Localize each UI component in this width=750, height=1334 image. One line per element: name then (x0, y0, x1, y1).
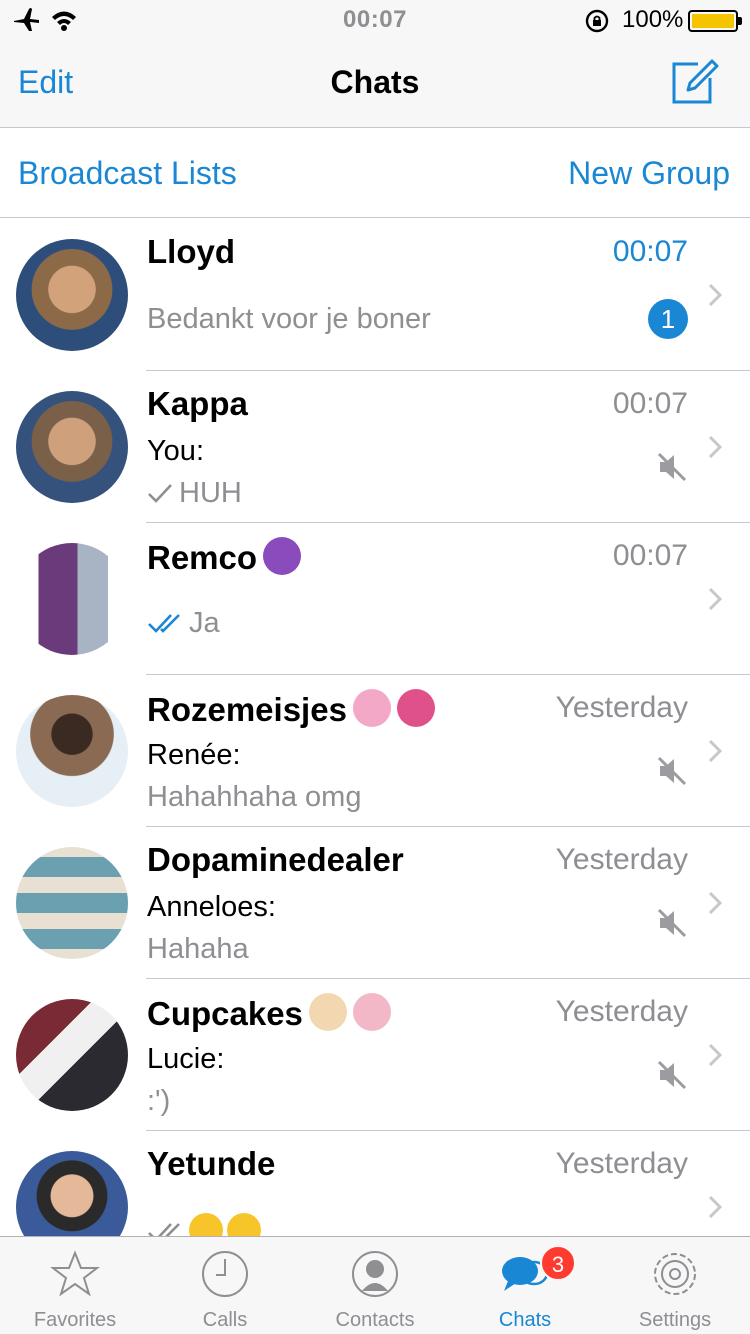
chat-sender: Renée: (147, 739, 241, 771)
chat-sender: You: (147, 435, 204, 467)
chevron-right-icon (708, 283, 722, 307)
tab-favorites[interactable]: Favorites (0, 1237, 150, 1334)
tab-label: Favorites (33, 1309, 117, 1331)
chat-time: Yesterday (555, 843, 688, 876)
cake-emoji (308, 993, 347, 1031)
chat-row[interactable]: Remco 00:07 Ja (0, 523, 750, 675)
chat-name: Cupcakes (147, 993, 391, 1033)
tab-label: Calls (202, 1309, 248, 1331)
broadcast-lists-button[interactable]: Broadcast Lists (18, 155, 237, 192)
battery-percent: 100% (622, 6, 684, 33)
chat-row[interactable]: Cupcakes Yesterday Lucie: :') (0, 979, 750, 1131)
double-check-icon (148, 1223, 180, 1236)
battery-fill (692, 14, 734, 28)
list-actions: Broadcast Lists New Group (0, 129, 750, 218)
chat-row[interactable]: Yetunde Yesterday (0, 1131, 750, 1236)
chat-row[interactable]: Rozemeisjes Yesterday Renée: Hahahhaha o… (0, 675, 750, 827)
tears-of-joy-emoji (189, 1213, 223, 1236)
battery-icon (688, 10, 742, 32)
chat-time: 00:07 (612, 387, 688, 420)
double-check-icon (148, 614, 180, 633)
muted-icon (657, 1060, 687, 1090)
chat-row[interactable]: Dopaminedealer Yesterday Anneloes: Hahah… (0, 827, 750, 979)
avatar (16, 999, 128, 1111)
muted-icon (657, 452, 687, 482)
avatar (16, 239, 128, 351)
cherry-blossom-emoji (352, 689, 391, 727)
chat-preview: Hahaha (147, 933, 249, 965)
avatar (16, 391, 128, 503)
avatar (16, 1151, 128, 1236)
chevron-right-icon (708, 1195, 722, 1219)
single-check-icon (148, 484, 172, 503)
unread-badge: 1 (648, 299, 688, 339)
chat-name: Kappa (147, 385, 248, 422)
chat-time: 00:07 (612, 539, 688, 572)
chat-preview (147, 1213, 261, 1236)
ribbon-emoji (396, 689, 435, 727)
tab-settings[interactable]: Settings (600, 1237, 750, 1334)
chat-name: Remco (147, 537, 302, 577)
chat-name: Dopaminedealer (147, 841, 404, 878)
avatar (16, 543, 128, 655)
chats-badge: 3 (540, 1245, 576, 1281)
chat-name: Rozemeisjes (147, 689, 435, 729)
chat-time: Yesterday (555, 691, 688, 724)
chat-list: Lloyd 00:07 Bedankt voor je boner 1 Kapp… (0, 219, 750, 1236)
chat-row[interactable]: Kappa 00:07 You: HUH (0, 371, 750, 523)
tears-of-joy-emoji (227, 1213, 261, 1236)
chevron-right-icon (708, 739, 722, 763)
tab-calls[interactable]: Calls (150, 1237, 300, 1334)
chat-row[interactable]: Lloyd 00:07 Bedankt voor je boner 1 (0, 219, 750, 371)
devil-emoji (263, 537, 302, 575)
chat-time: 00:07 (612, 235, 688, 268)
tab-contacts[interactable]: Contacts (300, 1237, 450, 1334)
gear-icon (654, 1253, 696, 1295)
chat-preview: Ja (147, 607, 220, 640)
chat-time: Yesterday (555, 995, 688, 1028)
tab-label: Chats (498, 1309, 552, 1331)
clock-icon (202, 1251, 248, 1297)
muted-icon (657, 756, 687, 786)
chat-name: Yetunde (147, 1145, 276, 1182)
new-group-button[interactable]: New Group (568, 155, 730, 192)
tab-label: Settings (638, 1309, 712, 1331)
chat-preview: :') (147, 1085, 171, 1117)
chevron-right-icon (708, 891, 722, 915)
no-gesture-emoji (352, 993, 391, 1031)
avatar (16, 695, 128, 807)
chat-sender: Anneloes: (147, 891, 276, 923)
contact-icon (352, 1251, 398, 1297)
compose-icon[interactable] (668, 56, 720, 108)
status-bar: 00:07 100% (0, 0, 750, 40)
chat-sender: Lucie: (147, 1043, 225, 1075)
chat-name: Lloyd (147, 233, 235, 270)
chat-preview: Bedankt voor je boner (147, 303, 431, 335)
rotation-lock-icon (585, 9, 609, 33)
star-icon (50, 1250, 100, 1297)
chat-preview: Hahahhaha omg (147, 781, 362, 813)
chevron-right-icon (708, 587, 722, 611)
muted-icon (657, 908, 687, 938)
tab-bar: Favorites Calls Contacts 3 Chats Setting… (0, 1236, 750, 1334)
avatar (16, 847, 128, 959)
tab-chats[interactable]: 3 Chats (450, 1237, 600, 1334)
tab-label: Contacts (335, 1309, 415, 1331)
chat-time: Yesterday (555, 1147, 688, 1180)
chat-preview: HUH (147, 477, 242, 510)
page-title: Chats (330, 64, 420, 100)
chevron-right-icon (708, 435, 722, 459)
chevron-right-icon (708, 1043, 722, 1067)
top-bar: 00:07 100% Edit Chats (0, 0, 750, 128)
